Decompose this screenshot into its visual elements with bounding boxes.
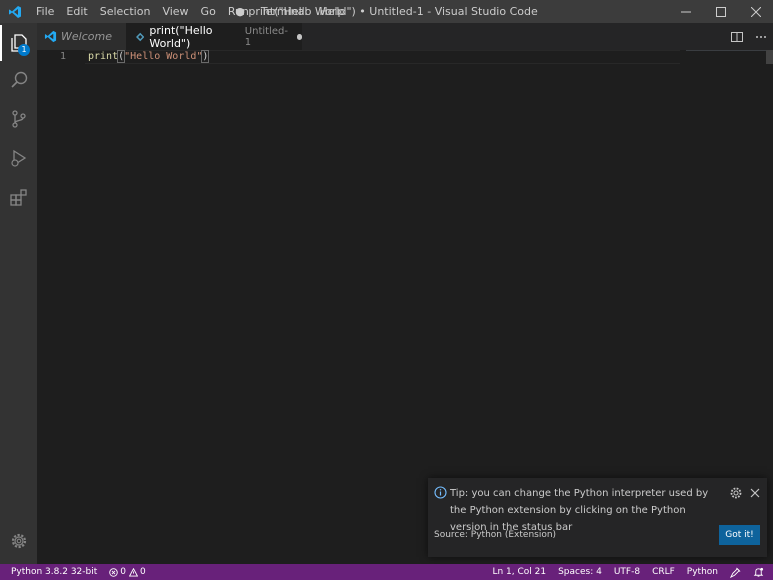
got-it-button[interactable]: Got it! (719, 525, 760, 545)
warning-count: 0 (140, 567, 146, 577)
minimize-icon (680, 11, 691, 12)
notifications-button[interactable] (747, 567, 770, 578)
tab-untitled-1[interactable]: print("Hello World") Untitled-1 (126, 23, 302, 50)
line-number: 1 (60, 51, 67, 62)
minimap[interactable] (686, 50, 766, 51)
menu-bar: File Edit Selection View Go Run Terminal… (30, 0, 350, 23)
editor-actions (725, 23, 773, 50)
gear-icon (11, 533, 26, 549)
warning-icon (129, 567, 138, 577)
tab-active-description: Untitled-1 (244, 25, 288, 48)
extensions-button[interactable] (0, 179, 37, 215)
split-editor-icon (731, 31, 743, 42)
notification-close-icon[interactable] (748, 486, 762, 500)
error-count: 0 (120, 567, 126, 577)
more-actions-button[interactable] (749, 23, 773, 50)
python-file-icon (136, 32, 145, 41)
search-icon (10, 71, 27, 88)
indentation-status[interactable]: Spaces: 4 (552, 564, 608, 580)
run-debug-icon (10, 149, 26, 167)
explorer-button[interactable]: 1 (0, 25, 37, 61)
editor-tab-bar: Welcome print("Hello World") Untitled-1 (37, 23, 773, 50)
cursor-position-status[interactable]: Ln 1, Col 21 (486, 564, 552, 580)
menu-run[interactable]: Run (222, 0, 255, 23)
menu-terminal[interactable]: Terminal (255, 0, 314, 23)
menu-file[interactable]: File (30, 0, 60, 23)
menu-help[interactable]: Help (313, 0, 350, 23)
source-control-icon (11, 110, 26, 128)
vertical-scrollbar[interactable] (766, 50, 773, 64)
source-control-button[interactable] (0, 101, 37, 137)
python-interpreter-status[interactable]: Python 3.8.2 32-bit (5, 564, 103, 580)
menu-view[interactable]: View (156, 0, 194, 23)
close-icon (750, 6, 761, 17)
error-icon (109, 567, 118, 577)
feedback-icon (730, 567, 741, 578)
extensions-icon (9, 189, 27, 206)
notification-message: Tip: you can change the Python interpret… (450, 488, 709, 533)
unsaved-dot-icon[interactable] (296, 33, 302, 40)
activity-bar: 1 (0, 23, 37, 564)
close-window-button[interactable] (738, 0, 773, 23)
menu-edit[interactable]: Edit (60, 0, 93, 23)
tab-active-label: print("Hello World") (149, 23, 213, 50)
code-line[interactable]: print("Hello World") (88, 50, 210, 64)
maximize-icon (715, 6, 726, 17)
notification-source: Source: Python (Extension) (434, 530, 557, 540)
eol-status[interactable]: CRLF (646, 564, 681, 580)
window-controls (668, 0, 773, 23)
minimize-button[interactable] (668, 0, 703, 23)
manage-button[interactable] (0, 523, 37, 559)
feedback-button[interactable] (724, 567, 747, 578)
explorer-badge: 1 (18, 44, 30, 56)
vscode-logo-icon[interactable] (0, 0, 30, 23)
bell-icon (753, 567, 764, 577)
title-bar: File Edit Selection View Go Run Terminal… (0, 0, 773, 23)
vscode-tab-icon (44, 30, 57, 43)
maximize-button[interactable] (703, 0, 738, 23)
status-bar: Python 3.8.2 32-bit 0 0 Ln 1, Col 21 Spa… (0, 564, 773, 580)
tab-welcome[interactable]: Welcome (37, 23, 126, 50)
problems-status[interactable]: 0 0 (103, 564, 151, 580)
notification-toast: Tip: you can change the Python interpret… (428, 478, 767, 557)
run-debug-button[interactable] (0, 140, 37, 176)
ellipsis-icon (756, 35, 766, 38)
code-function-token: print (88, 51, 119, 62)
menu-go[interactable]: Go (195, 0, 222, 23)
code-string-token: "Hello World" (124, 51, 203, 62)
language-mode-status[interactable]: Python (681, 564, 724, 580)
encoding-status[interactable]: UTF-8 (608, 564, 646, 580)
tab-welcome-label: Welcome (61, 30, 112, 43)
info-icon (434, 486, 447, 499)
menu-selection[interactable]: Selection (94, 0, 157, 23)
split-editor-button[interactable] (725, 23, 749, 50)
text-cursor (208, 50, 210, 62)
search-button[interactable] (0, 62, 37, 98)
notification-settings-icon[interactable] (729, 486, 743, 500)
